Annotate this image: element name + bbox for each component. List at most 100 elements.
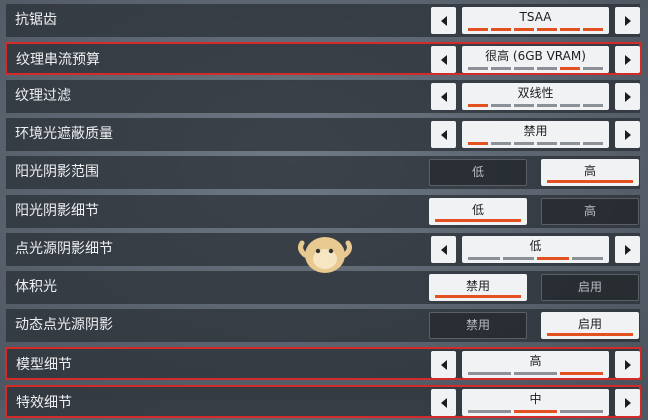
setting-row: 模型细节 高: [5, 347, 641, 380]
option-selector[interactable]: 很高 (6GB VRAM): [462, 46, 609, 73]
option-button[interactable]: 低: [429, 198, 527, 225]
option-button[interactable]: 高: [541, 198, 639, 225]
option-button[interactable]: 启用: [541, 312, 639, 339]
level-segment-active: [537, 257, 569, 260]
chevron-left-icon: [439, 396, 449, 410]
setting-row: 特效细节 中: [5, 385, 641, 418]
prev-option-button[interactable]: [431, 389, 456, 416]
level-segment: [491, 67, 511, 70]
level-segment-active: [560, 67, 580, 70]
setting-row: 纹理过滤 双线性: [6, 80, 640, 113]
next-option-button[interactable]: [615, 121, 640, 148]
setting-label: 阳光阴影范围: [15, 164, 99, 180]
next-option-button[interactable]: [615, 389, 640, 416]
level-segment-active: [537, 28, 557, 31]
setting-label: 点光源阴影细节: [15, 241, 113, 257]
option-level-indicator: [468, 67, 603, 70]
chevron-left-icon: [439, 128, 449, 142]
level-segment-active: [468, 28, 488, 31]
level-segment: [514, 67, 534, 70]
chevron-right-icon: [623, 396, 633, 410]
option-value: 高: [529, 354, 542, 368]
setting-label: 特效细节: [16, 395, 72, 411]
prev-option-button[interactable]: [431, 351, 456, 378]
level-segment-active: [491, 28, 511, 31]
level-segment: [583, 142, 603, 145]
setting-label: 体积光: [15, 279, 57, 295]
next-option-button[interactable]: [615, 7, 640, 34]
setting-label: 动态点光源阴影: [15, 317, 113, 333]
option-button[interactable]: 禁用: [429, 274, 527, 301]
option-selector[interactable]: 双线性: [462, 83, 609, 110]
level-segment: [560, 410, 603, 413]
level-segment: [583, 104, 603, 107]
chevron-right-icon: [623, 90, 633, 104]
level-segment: [502, 257, 534, 260]
level-segment-active: [468, 104, 488, 107]
chevron-right-icon: [623, 14, 633, 28]
option-value: 双线性: [517, 86, 554, 100]
option-button[interactable]: 低: [429, 159, 527, 186]
setting-label: 阳光阴影细节: [15, 203, 99, 219]
level-segment: [537, 104, 557, 107]
setting-label: 纹理过滤: [15, 88, 71, 104]
chevron-left-icon: [439, 243, 449, 257]
next-option-button[interactable]: [615, 351, 640, 378]
option-selector[interactable]: 高: [462, 351, 609, 378]
level-segment-active: [468, 142, 488, 145]
option-level-indicator: [468, 410, 603, 413]
level-segment-active: [560, 28, 580, 31]
level-segment: [468, 257, 500, 260]
setting-row: 纹理串流预算 很高 (6GB VRAM): [5, 42, 641, 75]
option-value: TSAA: [519, 10, 552, 24]
option-level-indicator: [468, 28, 603, 31]
chevron-left-icon: [439, 358, 449, 372]
next-option-button[interactable]: [615, 46, 640, 73]
level-segment: [514, 142, 534, 145]
prev-option-button[interactable]: [431, 7, 456, 34]
prev-option-button[interactable]: [431, 121, 456, 148]
level-segment-active: [583, 28, 603, 31]
level-segment: [537, 67, 557, 70]
level-segment: [468, 67, 488, 70]
option-selector[interactable]: 禁用: [462, 121, 609, 148]
level-segment: [491, 104, 511, 107]
setting-label: 抗锯齿: [15, 12, 57, 28]
level-segment: [491, 142, 511, 145]
option-selector[interactable]: 中: [462, 389, 609, 416]
setting-label: 纹理串流预算: [16, 52, 100, 68]
chevron-right-icon: [623, 128, 633, 142]
option-button[interactable]: 启用: [541, 274, 639, 301]
level-segment: [514, 104, 534, 107]
setting-row: 抗锯齿 TSAA: [6, 4, 640, 37]
level-segment: [537, 142, 557, 145]
mascot-icon: [296, 225, 354, 281]
chevron-left-icon: [439, 90, 449, 104]
prev-option-button[interactable]: [431, 83, 456, 110]
option-level-indicator: [468, 257, 603, 260]
option-button[interactable]: 高: [541, 159, 639, 186]
option-value: 中: [529, 392, 542, 406]
chevron-left-icon: [439, 14, 449, 28]
prev-option-button[interactable]: [431, 236, 456, 263]
level-segment: [583, 67, 603, 70]
next-option-button[interactable]: [615, 236, 640, 263]
option-button[interactable]: 禁用: [429, 312, 527, 339]
prev-option-button[interactable]: [431, 46, 456, 73]
option-value: 很高 (6GB VRAM): [485, 49, 586, 63]
chevron-right-icon: [623, 358, 633, 372]
level-segment-active: [560, 372, 603, 375]
option-selector[interactable]: TSAA: [462, 7, 609, 34]
chevron-right-icon: [623, 53, 633, 67]
level-segment: [514, 372, 557, 375]
level-segment: [571, 257, 603, 260]
level-segment: [560, 104, 580, 107]
option-value: 禁用: [523, 124, 548, 138]
setting-label: 环境光遮蔽质量: [15, 126, 113, 142]
chevron-left-icon: [439, 53, 449, 67]
option-selector[interactable]: 低: [462, 236, 609, 263]
chevron-right-icon: [623, 243, 633, 257]
level-segment-active: [514, 28, 534, 31]
next-option-button[interactable]: [615, 83, 640, 110]
setting-label: 模型细节: [16, 357, 72, 373]
